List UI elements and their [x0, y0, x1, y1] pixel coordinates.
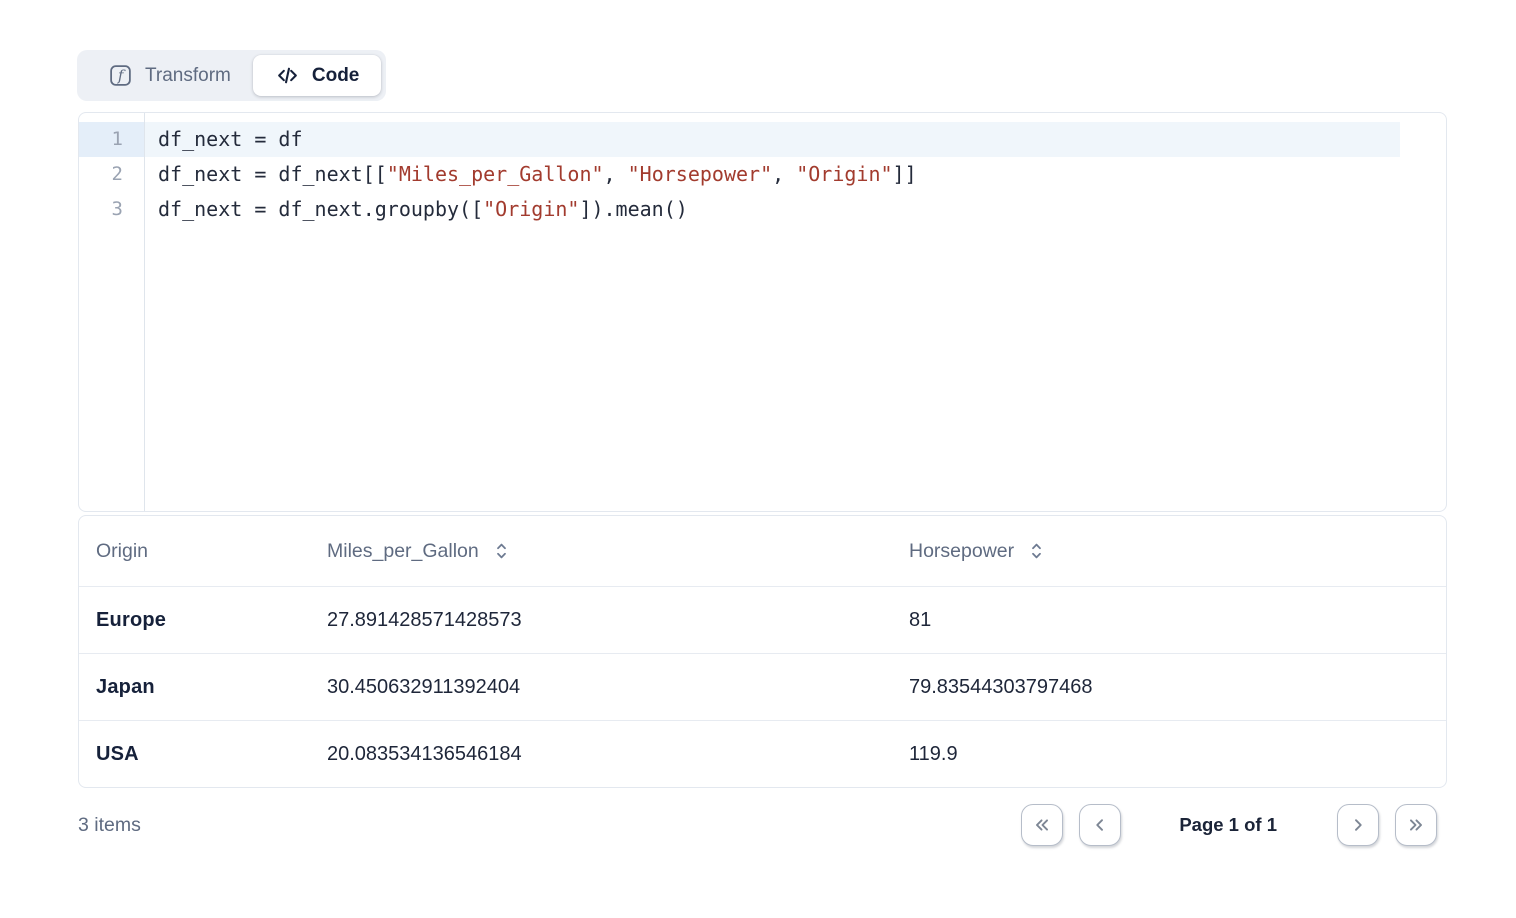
tab-code[interactable]: Code	[253, 55, 382, 96]
last-page-button[interactable]	[1395, 804, 1437, 846]
mpg-value: 30.450632911392404	[327, 676, 520, 699]
table-row: USA 20.083534136546184 119.9	[79, 720, 1446, 787]
code-icon	[275, 63, 300, 88]
table-header-row: Origin Miles_per_Gallon Horsepower	[79, 516, 1446, 586]
code-token: ,	[604, 162, 628, 186]
cell-mpg: 20.083534136546184	[310, 743, 892, 766]
items-count: 3 items	[78, 814, 141, 837]
line-number: 3	[79, 192, 144, 227]
code-content[interactable]: df_next = df df_next = df_next[["Miles_p…	[145, 113, 1446, 511]
string-token: "Origin"	[796, 162, 892, 186]
origin-value: USA	[96, 743, 139, 766]
line-number-gutter: 1 2 3	[79, 113, 145, 511]
chevrons-left-icon	[1031, 814, 1053, 836]
column-header-label: Horsepower	[909, 540, 1014, 563]
result-table: Origin Miles_per_Gallon Horsepower	[78, 515, 1447, 788]
tab-transform[interactable]: f Transform	[82, 55, 253, 96]
mpg-value: 27.891428571428573	[327, 609, 522, 632]
origin-value: Japan	[96, 676, 155, 699]
code-line-2: df_next = df_next[["Miles_per_Gallon", "…	[145, 157, 1446, 192]
table-row: Europe 27.891428571428573 81	[79, 586, 1446, 653]
pagination: Page 1 of 1	[1021, 804, 1447, 846]
cell-mpg: 27.891428571428573	[310, 609, 892, 632]
transform-cell: f Transform Code 1 2 3 df_next = df d	[0, 0, 1516, 918]
string-token: "Origin"	[483, 197, 579, 221]
sort-icon[interactable]	[493, 539, 510, 563]
cell-hp: 81	[892, 609, 1446, 632]
string-token: "Horsepower"	[628, 162, 773, 186]
svg-text:f: f	[117, 67, 126, 85]
function-icon: f	[108, 63, 133, 88]
code-line-3: df_next = df_next.groupby(["Origin"]).me…	[145, 192, 1446, 227]
view-mode-tabs: f Transform Code	[77, 50, 386, 101]
sort-icon[interactable]	[1028, 539, 1045, 563]
hp-value: 81	[909, 609, 931, 632]
line-number: 2	[79, 157, 144, 192]
code-token: df_next = df	[158, 127, 303, 151]
code-token: ]).mean()	[579, 197, 687, 221]
table-row: Japan 30.450632911392404 79.835443037974…	[79, 653, 1446, 720]
chevron-left-icon	[1089, 814, 1111, 836]
column-header-label: Miles_per_Gallon	[327, 540, 479, 563]
next-page-button[interactable]	[1337, 804, 1379, 846]
column-header-origin: Origin	[79, 540, 310, 563]
hp-value: 79.83544303797468	[909, 676, 1093, 699]
column-header-label: Origin	[96, 540, 148, 563]
cell-origin: Japan	[79, 676, 310, 699]
code-token: df_next = df_next[[	[158, 162, 387, 186]
code-line-1: df_next = df	[145, 122, 1400, 157]
tab-code-label: Code	[312, 65, 360, 87]
table-footer: 3 items Page 1 of 1	[78, 803, 1447, 847]
code-token: ,	[772, 162, 796, 186]
chevrons-right-icon	[1405, 814, 1427, 836]
cell-hp: 79.83544303797468	[892, 676, 1446, 699]
cell-origin: Europe	[79, 609, 310, 632]
code-token: df_next = df_next.groupby([	[158, 197, 483, 221]
column-header-mpg[interactable]: Miles_per_Gallon	[310, 539, 892, 563]
code-editor[interactable]: 1 2 3 df_next = df df_next = df_next[["M…	[78, 112, 1447, 512]
previous-page-button[interactable]	[1079, 804, 1121, 846]
line-number: 1	[79, 122, 144, 157]
cell-origin: USA	[79, 743, 310, 766]
cell-mpg: 30.450632911392404	[310, 676, 892, 699]
column-header-hp[interactable]: Horsepower	[892, 539, 1446, 563]
origin-value: Europe	[96, 609, 166, 632]
code-token: ]]	[893, 162, 917, 186]
tab-transform-label: Transform	[145, 65, 231, 87]
mpg-value: 20.083534136546184	[327, 743, 522, 766]
string-token: "Miles_per_Gallon"	[387, 162, 604, 186]
cell-hp: 119.9	[892, 743, 1446, 766]
chevron-right-icon	[1347, 814, 1369, 836]
page-indicator: Page 1 of 1	[1179, 814, 1277, 836]
first-page-button[interactable]	[1021, 804, 1063, 846]
hp-value: 119.9	[909, 743, 958, 766]
